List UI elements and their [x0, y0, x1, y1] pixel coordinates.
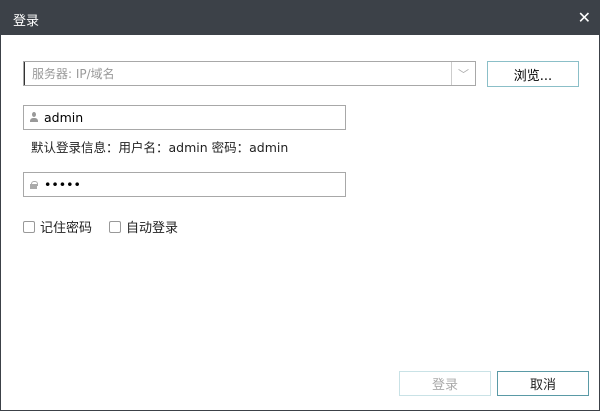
login-button[interactable]: 登录	[399, 371, 491, 396]
cancel-button[interactable]: 取消	[497, 371, 589, 396]
login-dialog: 登录 ✕ ﹀ 浏览... 默认登录信息：用户名：admin 密码：admin 记…	[0, 0, 600, 411]
browse-button[interactable]: 浏览...	[487, 61, 579, 87]
lock-icon	[30, 181, 38, 189]
title-bar: 登录 ✕	[1, 1, 600, 35]
user-icon	[30, 112, 38, 123]
checkbox-icon[interactable]	[23, 220, 35, 233]
password-field[interactable]	[23, 172, 346, 197]
username-input[interactable]	[44, 106, 339, 129]
dialog-title: 登录	[13, 14, 40, 29]
server-input[interactable]	[24, 62, 444, 85]
password-input[interactable]	[44, 173, 339, 196]
server-combobox[interactable]: ﹀	[23, 61, 476, 86]
chevron-down-icon[interactable]: ﹀	[451, 62, 475, 85]
default-login-hint: 默认登录信息：用户名：admin 密码：admin	[31, 140, 289, 155]
checkbox-icon[interactable]	[109, 220, 121, 233]
close-icon[interactable]: ✕	[578, 8, 591, 27]
username-field[interactable]	[23, 105, 346, 130]
auto-login-checkbox[interactable]: 自动登录	[109, 217, 178, 236]
remember-password-checkbox[interactable]: 记住密码	[23, 217, 92, 236]
auto-login-label: 自动登录	[126, 221, 179, 236]
remember-password-label: 记住密码	[40, 221, 93, 236]
